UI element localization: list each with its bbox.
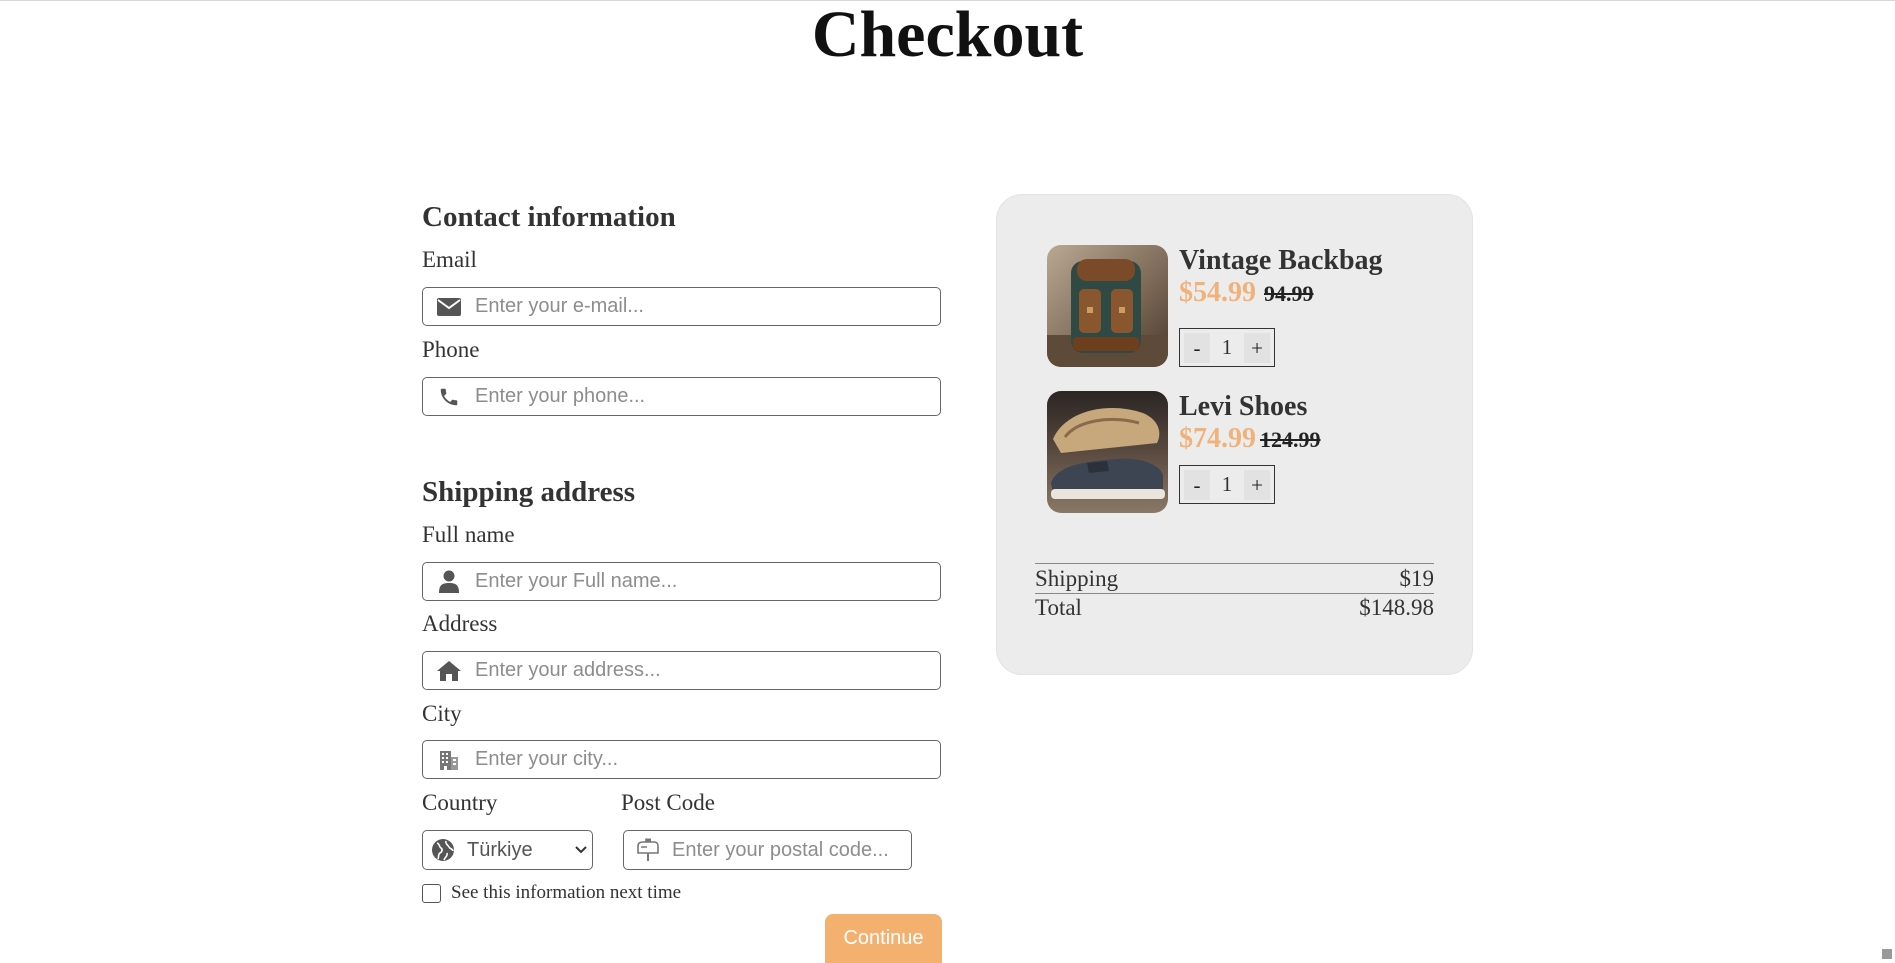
price-row: $74.99 124.99 [1179,423,1321,455]
price-current: $54.99 [1179,277,1256,308]
address-input[interactable] [475,652,940,689]
chevron-down-icon [570,846,592,854]
city-field[interactable] [422,740,941,779]
quantity-stepper: - 1 + [1179,465,1275,504]
globe-icon [423,831,463,869]
address-field[interactable] [422,651,941,690]
user-icon [423,563,475,600]
shoes-photo [1047,391,1168,513]
email-input[interactable] [475,288,940,325]
backpack-photo [1047,245,1168,367]
fullname-label: Full name [422,522,515,547]
quantity-stepper: - 1 + [1179,328,1275,367]
quantity-value: 1 [1221,472,1233,496]
item-name: Vintage Backbag [1179,245,1383,276]
total-row: Total $148.98 [1035,595,1434,621]
price-old: 94.99 [1264,281,1314,306]
building-icon [423,741,475,778]
address-label: Address [422,611,498,636]
shipping-label: Shipping [1035,566,1119,591]
fullname-field[interactable] [422,562,941,601]
phone-icon [423,378,475,415]
postcode-field[interactable] [623,830,941,870]
remember-option[interactable]: See this information next time [422,882,681,904]
country-select[interactable]: Türkiye [422,830,593,870]
postcode-label: Post Code [621,790,715,815]
postcode-input[interactable] [672,831,941,869]
shipping-section-title: Shipping address [422,476,636,508]
email-field[interactable] [422,287,941,326]
phone-label: Phone [422,337,480,362]
mailbox-icon [624,831,672,869]
total-label: Total [1035,595,1082,620]
shipping-value: $19 [1399,566,1435,591]
city-input[interactable] [475,741,940,778]
cart-item: Vintage Backbag $54.99 94.99 - 1 + [1047,245,1457,367]
total-value: $148.98 [1359,595,1434,620]
divider [1035,593,1434,594]
price-row: $54.99 94.99 [1179,277,1314,309]
price-old: 124.99 [1260,427,1321,452]
quantity-increase-button[interactable]: + [1244,332,1270,363]
quantity-increase-button[interactable]: + [1244,469,1270,500]
city-label: City [422,701,462,726]
country-label: Country [422,790,498,815]
email-label: Email [422,247,477,272]
item-name: Levi Shoes [1179,391,1308,422]
quantity-decrease-button[interactable]: - [1184,469,1210,500]
divider [1035,563,1434,564]
home-icon [423,652,475,689]
quantity-value: 1 [1221,335,1233,359]
contact-section-title: Contact information [422,201,676,233]
fullname-input[interactable] [475,563,940,600]
page-title: Checkout [811,0,1084,71]
cart-item: Levi Shoes $74.99 124.99 - 1 + [1047,391,1457,513]
remember-checkbox[interactable] [422,883,441,903]
continue-button[interactable]: Continue [825,914,942,963]
resize-grip[interactable] [1882,949,1892,959]
country-select-value: Türkiye [467,838,533,861]
phone-field[interactable] [422,377,941,416]
price-current: $74.99 [1179,423,1256,454]
remember-label: See this information next time [451,882,682,903]
phone-input[interactable] [475,378,940,415]
quantity-decrease-button[interactable]: - [1184,332,1210,363]
envelope-icon [423,288,475,325]
shipping-row: Shipping $19 [1035,566,1434,592]
order-summary: Vintage Backbag $54.99 94.99 - 1 + Levi … [996,194,1473,675]
